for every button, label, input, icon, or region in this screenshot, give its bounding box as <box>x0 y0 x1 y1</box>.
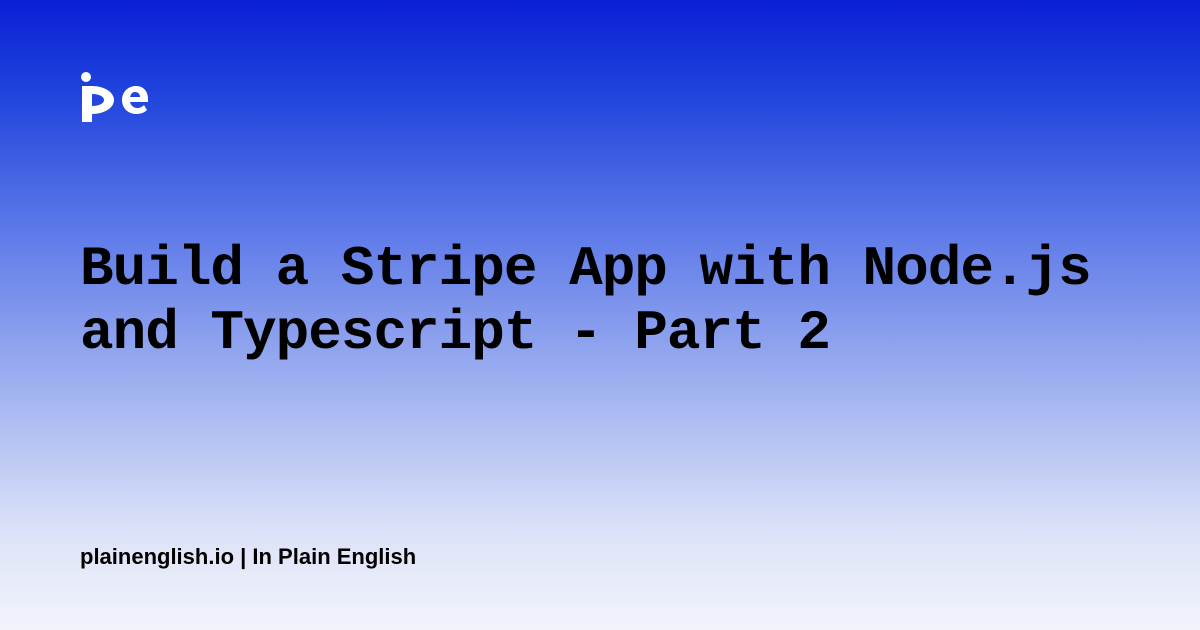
page-title: Build a Stripe App with Node.js and Type… <box>80 237 1120 366</box>
footer-text: plainenglish.io | In Plain English <box>80 544 416 570</box>
pe-logo-icon <box>80 70 148 122</box>
